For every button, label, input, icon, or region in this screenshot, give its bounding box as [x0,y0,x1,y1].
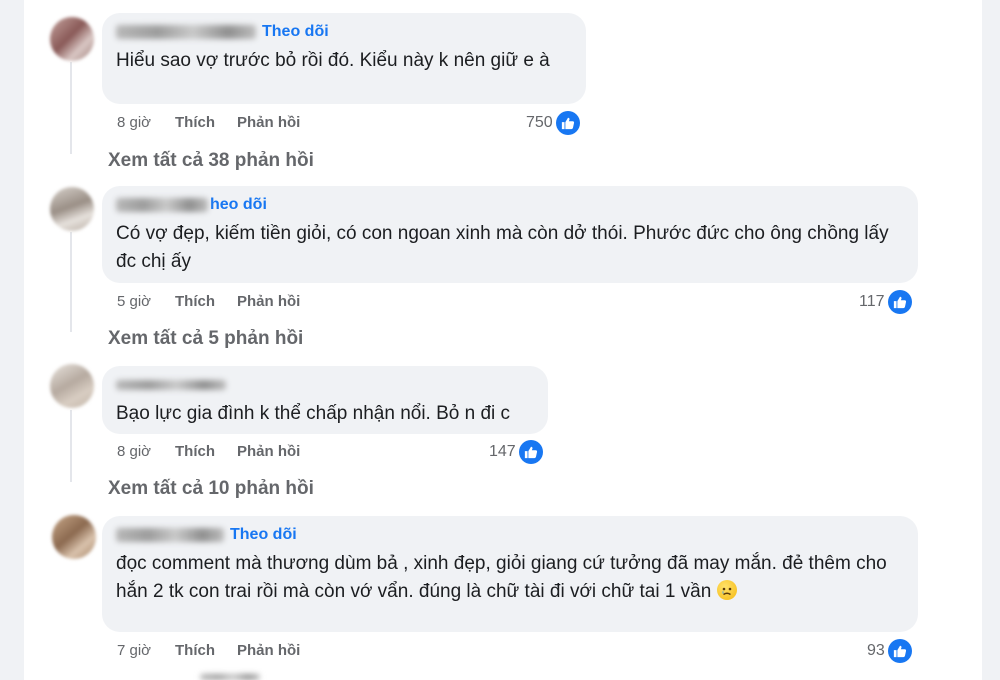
commenter-name-blurred[interactable] [116,198,208,212]
left-page-margin [0,0,24,680]
comment-meta: 8 giờ Thích Phản hồi [117,443,322,460]
thread-line [70,232,72,332]
view-replies-link[interactable]: Xem tất cả 38 phản hồi [108,150,314,172]
like-button[interactable]: Thích [175,114,215,131]
reaction-count[interactable]: 93 [867,639,912,663]
avatar[interactable] [50,364,94,408]
reaction-count[interactable]: 117 [859,290,912,314]
commenter-name-blurred[interactable] [116,25,256,39]
like-count: 117 [859,293,885,310]
thread-line [70,410,72,482]
thumbs-up-icon [518,440,543,464]
comment-bubble: heo dõi Có vợ đẹp, kiếm tiền giỏi, có co… [102,186,918,283]
follow-button[interactable]: Theo dõi [262,23,329,41]
view-replies-link[interactable]: Xem tất cả 10 phản hồi [108,478,314,500]
comment-meta: 7 giờ Thích Phản hồi [117,642,322,659]
reply-button[interactable]: Phản hồi [237,642,300,659]
reply-button[interactable]: Phản hồi [237,293,300,310]
comment-time[interactable]: 5 giờ [117,293,175,310]
comment-text: đọc comment mà thương dùm bả , xinh đẹp,… [116,550,904,606]
comment-bubble: Theo dõi đọc comment mà thương dùm bả , … [102,516,918,632]
view-replies-link[interactable]: Xem tất cả 5 phản hồi [108,328,303,350]
thumbs-up-icon [887,290,912,314]
reaction-count[interactable]: 147 [489,440,543,464]
avatar[interactable] [50,187,94,231]
thumbs-up-icon [887,639,912,663]
comment-meta: 8 giờ Thích Phản hồi [117,114,322,131]
comment-time[interactable]: 8 giờ [117,114,175,131]
crying-face-emoji-icon [716,580,737,600]
avatar[interactable] [52,515,96,559]
avatar[interactable] [50,17,94,61]
follow-button[interactable]: heo dõi [210,196,267,214]
right-page-margin [982,0,1000,680]
like-count: 93 [867,642,885,659]
comment-bubble: Theo dõi Hiểu sao vợ trước bỏ rồi đó. Ki… [102,13,586,104]
thumbs-up-icon [555,111,580,135]
commenter-name-blurred[interactable] [116,380,226,390]
reply-button[interactable]: Phản hồi [237,443,300,460]
comment-time[interactable]: 7 giờ [117,642,175,659]
follow-button[interactable]: Theo dõi [230,526,297,544]
like-count: 147 [489,443,516,460]
reaction-count[interactable]: 750 [526,111,580,135]
comment-text: Bạo lực gia đình k thể chấp nhận nổi. Bỏ… [116,403,511,424]
like-button[interactable]: Thích [175,293,215,310]
comment-text: Hiểu sao vợ trước bỏ rồi đó. Kiểu này k … [116,50,550,71]
comment-bubble: Bạo lực gia đình k thể chấp nhận nổi. Bỏ… [102,366,548,434]
like-button[interactable]: Thích [175,642,215,659]
comment-meta: 5 giờ Thích Phản hồi [117,293,322,310]
reply-button[interactable]: Phản hồi [237,114,300,131]
thread-line [70,62,72,154]
comment-text: Có vợ đẹp, kiếm tiền giỏi, có con ngoan … [116,223,889,272]
comment-text-body: đọc comment mà thương dùm bả , xinh đẹp,… [116,553,887,602]
like-button[interactable]: Thích [175,443,215,460]
next-comment-name-blurred [200,674,260,680]
like-count: 750 [526,114,553,131]
commenter-name-blurred[interactable] [116,528,224,542]
comment-time[interactable]: 8 giờ [117,443,175,460]
